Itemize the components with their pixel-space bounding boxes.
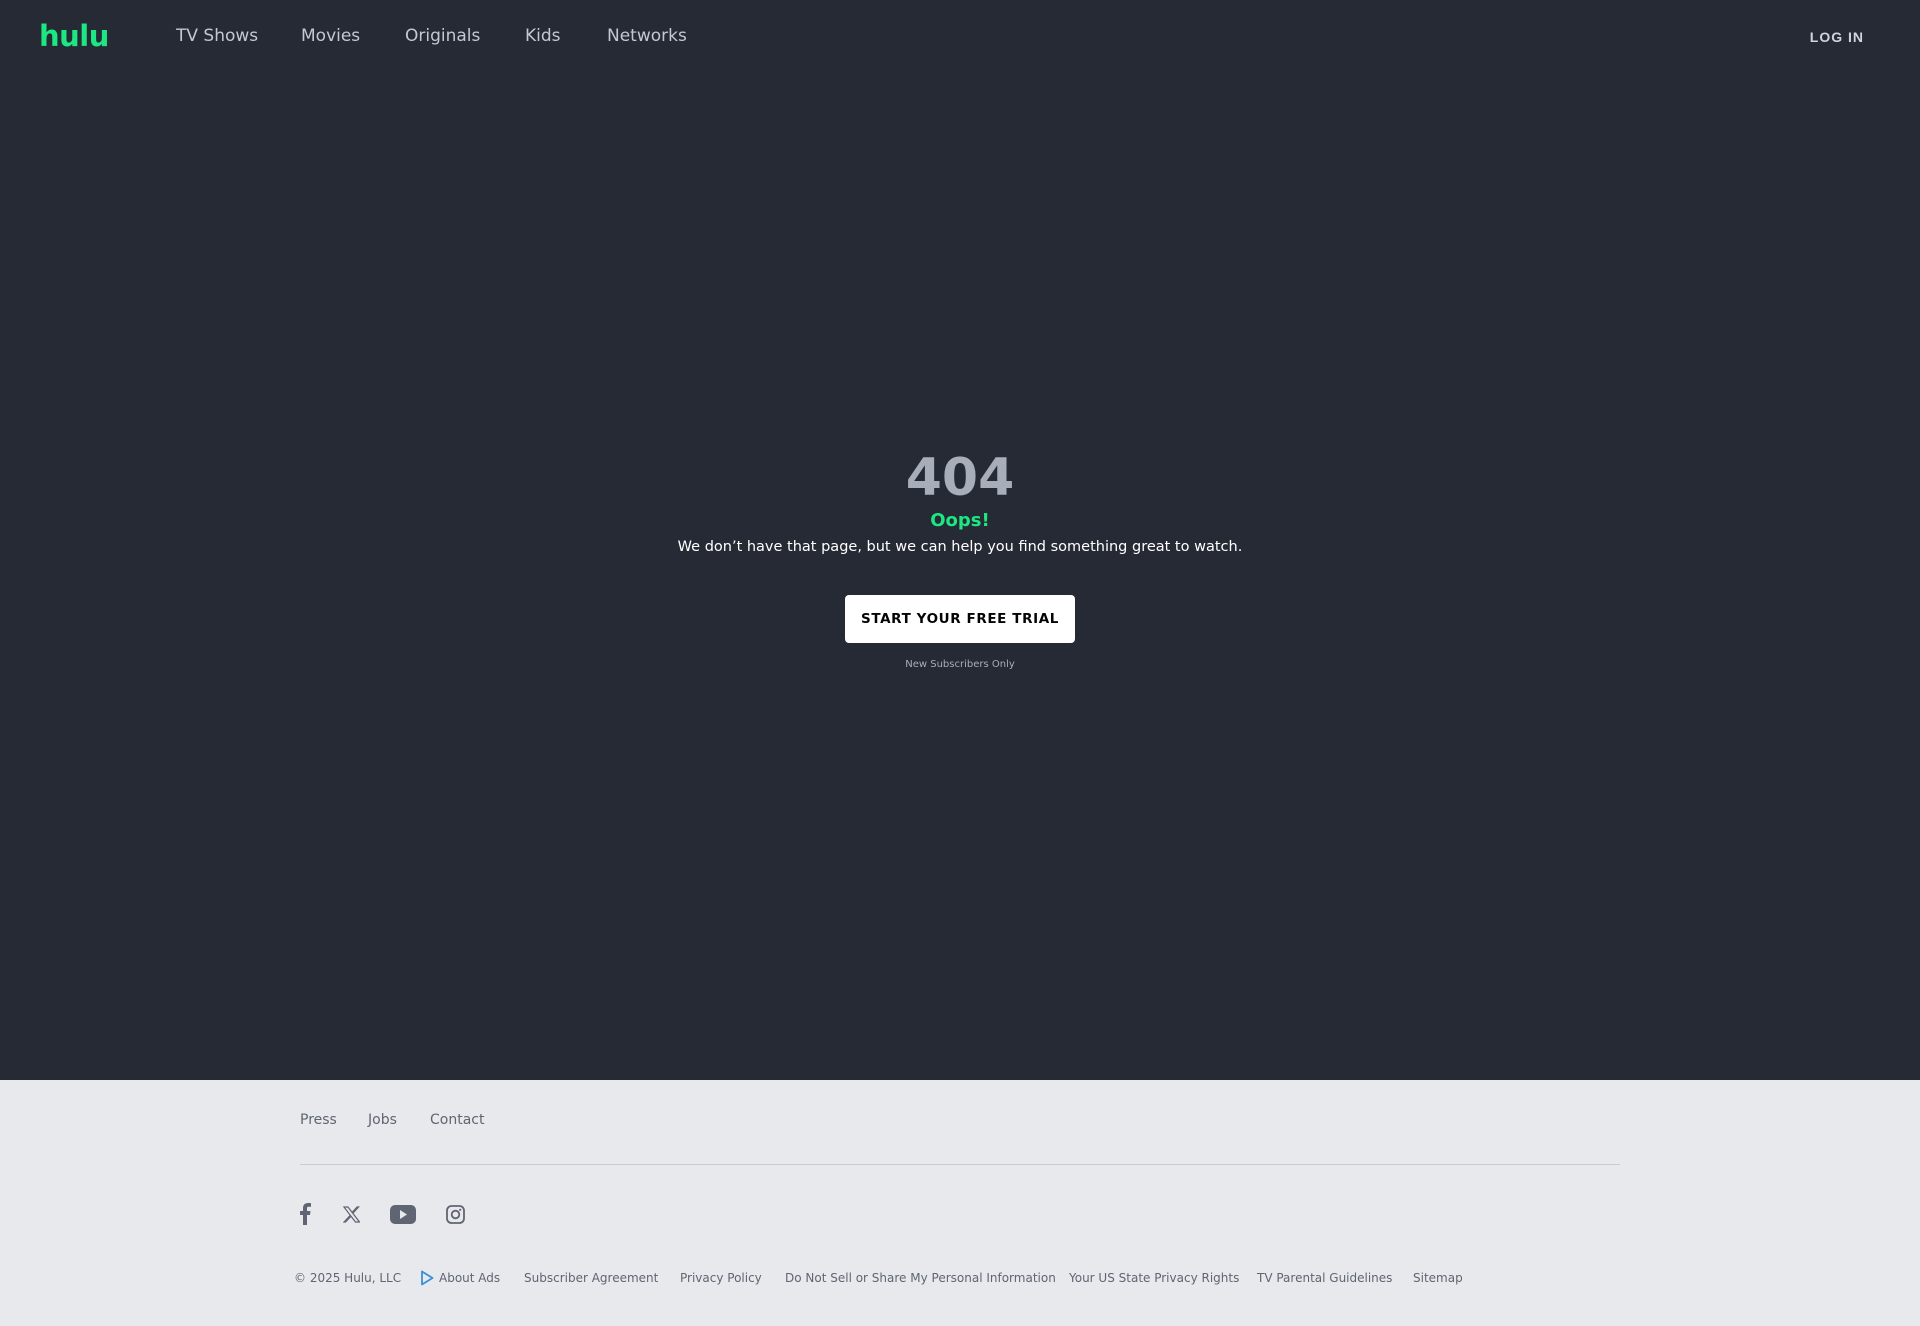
login-link[interactable]: LOG IN xyxy=(1810,27,1864,47)
footer-link-press[interactable]: Press xyxy=(300,1111,337,1129)
error-headline: Oops! xyxy=(930,510,990,531)
legal-subscriber-agreement[interactable]: Subscriber Agreement xyxy=(524,1270,658,1286)
legal-us-state-privacy[interactable]: Your US State Privacy Rights xyxy=(1069,1270,1239,1286)
footer-divider xyxy=(300,1164,1620,1165)
x-icon[interactable] xyxy=(342,1202,360,1226)
new-subscribers-note: New Subscribers Only xyxy=(905,659,1015,670)
youtube-icon[interactable] xyxy=(390,1202,416,1226)
nav-originals[interactable]: Originals xyxy=(405,25,480,47)
footer-link-jobs[interactable]: Jobs xyxy=(368,1111,397,1129)
nav-tv-shows[interactable]: TV Shows xyxy=(176,25,258,47)
facebook-icon[interactable] xyxy=(298,1202,312,1226)
hulu-logo[interactable]: hulu xyxy=(39,18,109,54)
footer-link-contact[interactable]: Contact xyxy=(430,1111,484,1129)
top-navigation: hulu TV Shows Movies Originals Kids Netw… xyxy=(0,0,1920,73)
legal-privacy-policy[interactable]: Privacy Policy xyxy=(680,1270,762,1286)
legal-do-not-sell[interactable]: Do Not Sell or Share My Personal Informa… xyxy=(785,1270,1056,1286)
legal-sitemap[interactable]: Sitemap xyxy=(1413,1270,1463,1286)
nav-kids[interactable]: Kids xyxy=(525,25,561,47)
error-code: 404 xyxy=(905,448,1015,508)
adchoices-icon xyxy=(420,1270,434,1286)
legal-tv-parental-guidelines[interactable]: TV Parental Guidelines xyxy=(1257,1270,1392,1286)
instagram-icon[interactable] xyxy=(446,1202,465,1226)
error-message: We don’t have that page, but we can help… xyxy=(677,539,1243,555)
nav-movies[interactable]: Movies xyxy=(301,25,360,47)
copyright: © 2025 Hulu, LLC xyxy=(294,1271,402,1285)
nav-networks[interactable]: Networks xyxy=(607,25,687,47)
footer xyxy=(0,1080,1920,1326)
legal-about-ads[interactable]: About Ads xyxy=(439,1270,500,1286)
start-free-trial-button[interactable]: START YOUR FREE TRIAL xyxy=(845,595,1075,643)
